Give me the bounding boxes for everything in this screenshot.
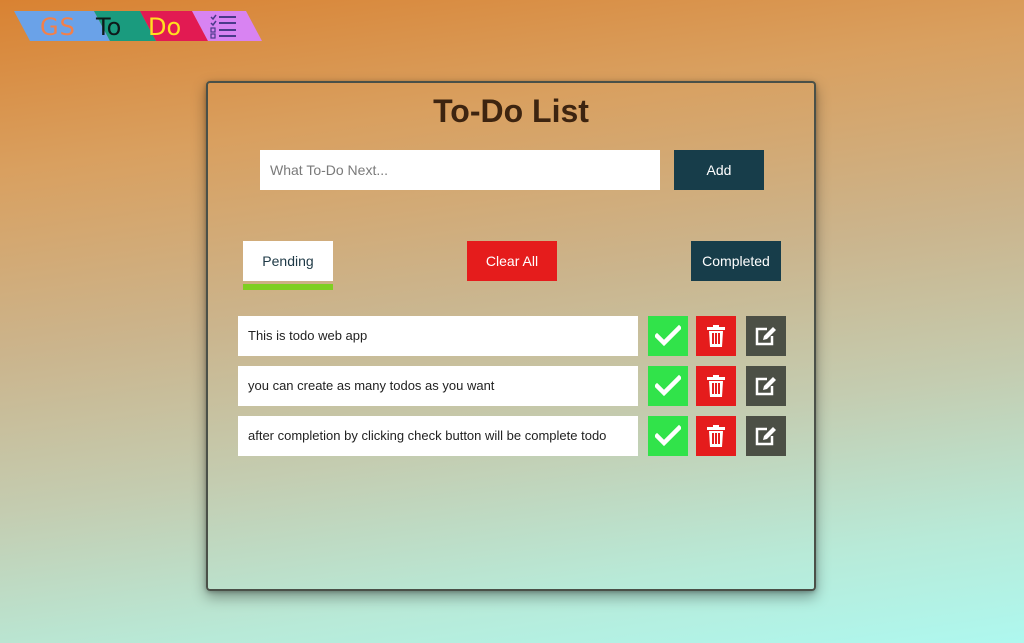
edit-button[interactable] xyxy=(746,316,786,356)
todo-text: after completion by clicking check butto… xyxy=(238,416,638,456)
page-title: To-Do List xyxy=(433,93,589,129)
edit-button[interactable] xyxy=(746,416,786,456)
complete-button[interactable] xyxy=(648,416,688,456)
edit-button[interactable] xyxy=(746,366,786,406)
logo-text-do: Do xyxy=(148,13,182,41)
check-icon xyxy=(655,425,681,447)
todo-list: This is todo web app you can create as m… xyxy=(238,316,786,466)
delete-button[interactable] xyxy=(696,416,736,456)
checklist-icon xyxy=(210,14,236,39)
trash-icon xyxy=(707,325,725,347)
todo-input[interactable] xyxy=(260,150,660,190)
delete-button[interactable] xyxy=(696,316,736,356)
logo-text-to: To xyxy=(96,13,122,41)
logo-text-gs: GS xyxy=(40,13,76,41)
tab-pending[interactable]: Pending xyxy=(243,241,333,281)
todo-item: you can create as many todos as you want xyxy=(238,366,786,406)
todo-item: after completion by clicking check butto… xyxy=(238,416,786,456)
clear-all-button[interactable]: Clear All xyxy=(467,241,557,281)
edit-icon xyxy=(755,327,776,346)
check-icon xyxy=(655,375,681,397)
complete-button[interactable] xyxy=(648,366,688,406)
edit-icon xyxy=(755,377,776,396)
tab-completed[interactable]: Completed xyxy=(691,241,781,281)
todo-card: To-Do List Add Pending Clear All Complet… xyxy=(206,81,816,591)
app-logo[interactable]: GS To Do xyxy=(14,11,262,41)
add-button[interactable]: Add xyxy=(674,150,764,190)
todo-text: This is todo web app xyxy=(238,316,638,356)
delete-button[interactable] xyxy=(696,366,736,406)
check-icon xyxy=(655,325,681,347)
trash-icon xyxy=(707,375,725,397)
todo-text: you can create as many todos as you want xyxy=(238,366,638,406)
trash-icon xyxy=(707,425,725,447)
complete-button[interactable] xyxy=(648,316,688,356)
edit-icon xyxy=(755,427,776,446)
todo-item: This is todo web app xyxy=(238,316,786,356)
active-tab-indicator xyxy=(243,284,333,290)
